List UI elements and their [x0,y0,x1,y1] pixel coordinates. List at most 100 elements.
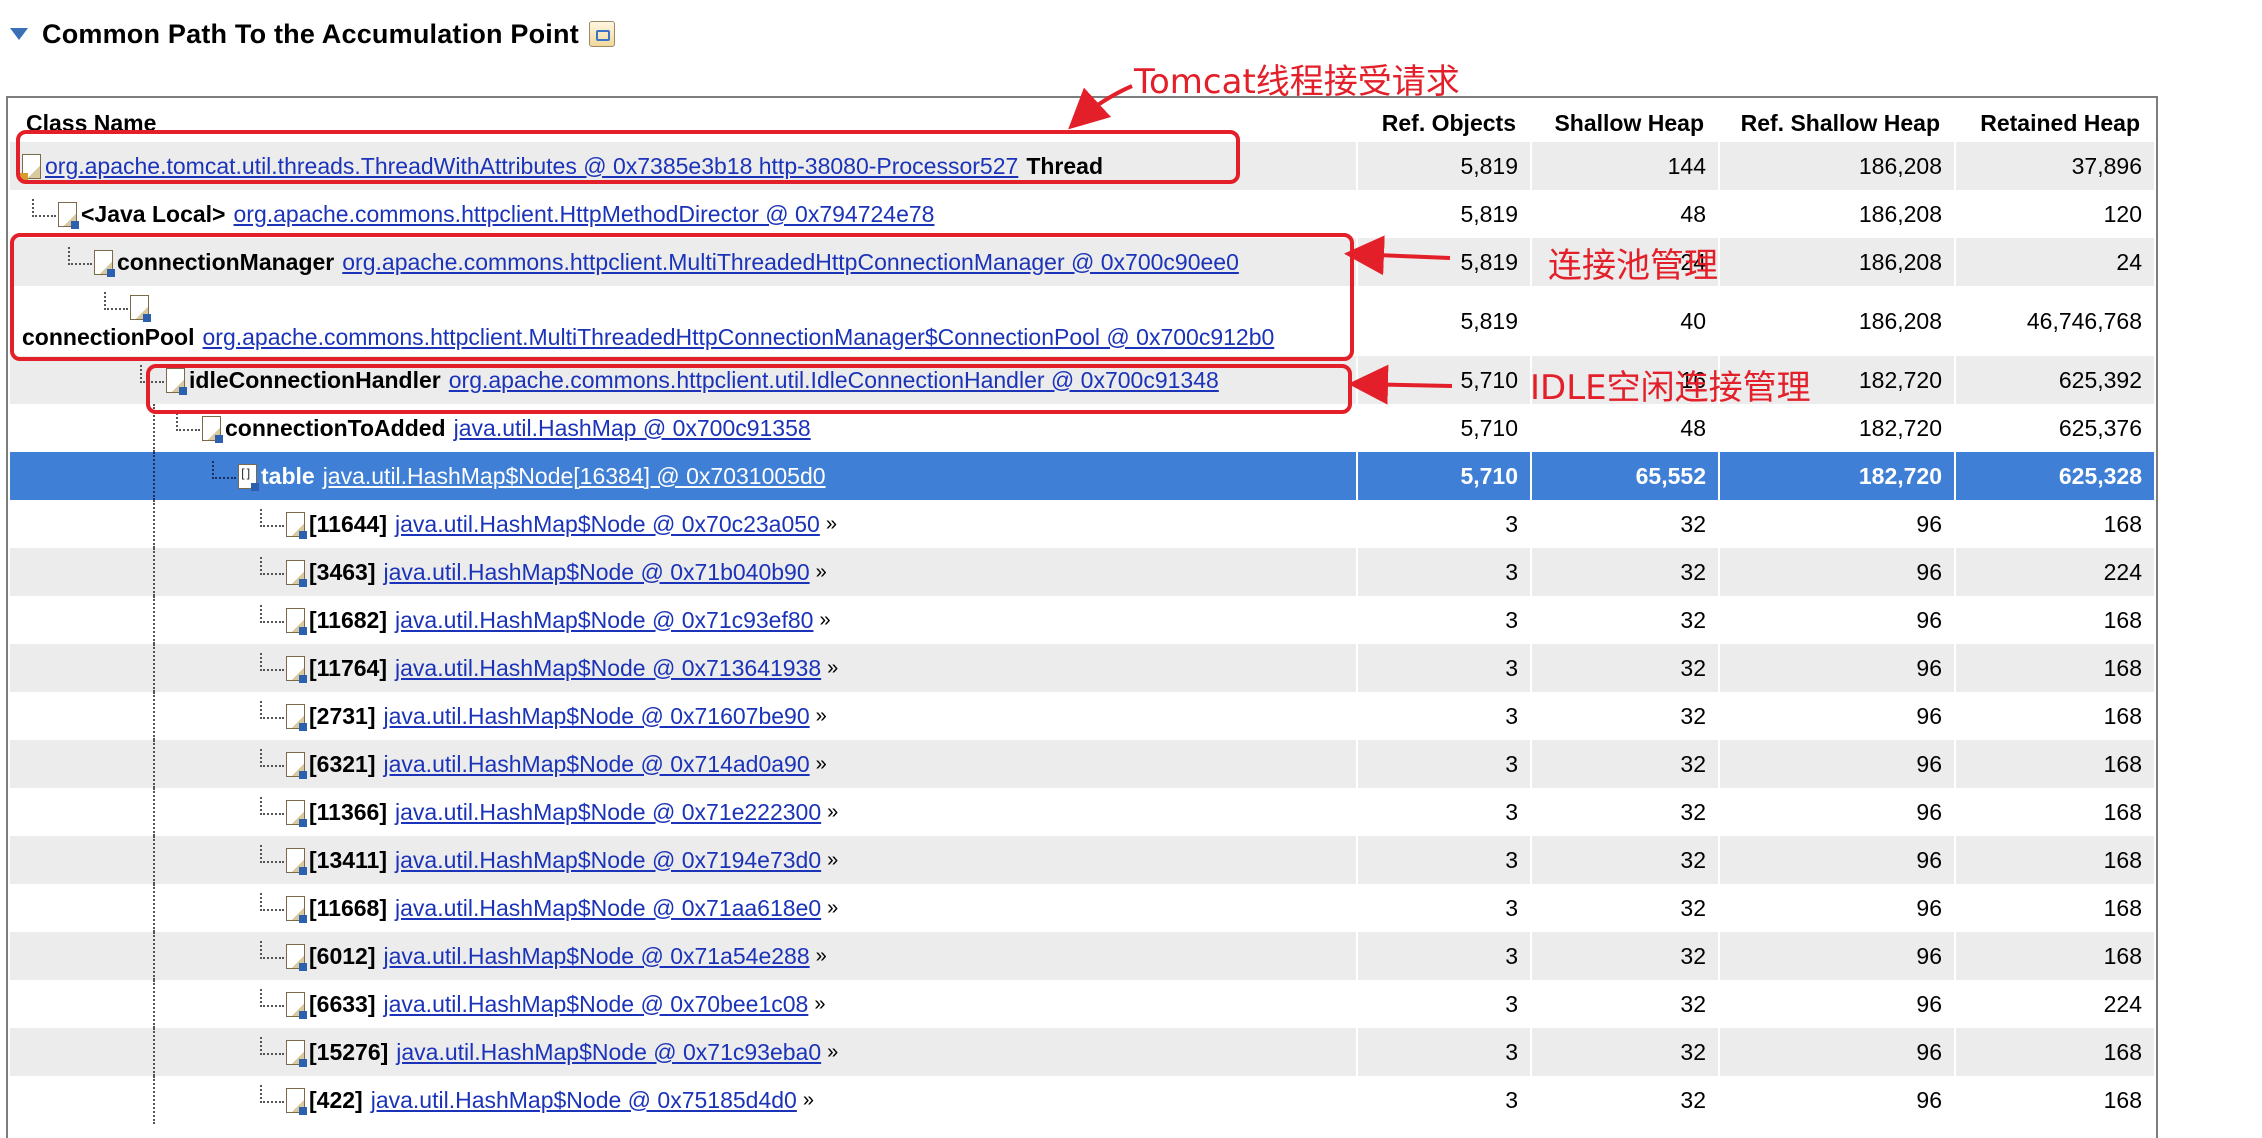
expand-more-icon[interactable]: » [803,1089,814,1112]
object-link[interactable]: java.util.HashMap$Node @ 0x71c93ef80 [395,607,813,634]
retained-heap-value: 24 [1954,238,2154,286]
table-row[interactable]: [11764] java.util.HashMap$Node @ 0x71364… [10,644,2154,692]
ref-shallow-heap-value: 96 [1718,644,1954,692]
table-row[interactable]: [13411] java.util.HashMap$Node @ 0x7194e… [10,836,2154,884]
table-row[interactable]: connectionManager org.apache.commons.htt… [10,238,2154,286]
expand-more-icon[interactable]: » [816,753,827,776]
table-row[interactable]: [6012] java.util.HashMap$Node @ 0x71a54e… [10,932,2154,980]
object-icon [286,703,307,731]
ref-shallow-heap-value: 182,720 [1718,452,1954,500]
header-class-name[interactable]: Class Name [26,108,156,138]
table-row[interactable]: [6633] java.util.HashMap$Node @ 0x70bee1… [10,980,2154,1028]
object-icon [286,1087,307,1115]
table-row[interactable]: [15276] java.util.HashMap$Node @ 0x71c93… [10,1028,2154,1076]
shallow-heap-value: 32 [1530,500,1718,548]
expand-more-icon[interactable]: » [814,993,825,1016]
table-header: Class Name Ref. Objects Shallow Heap Ref… [8,98,2156,140]
object-icon [286,607,307,635]
section-title: Common Path To the Accumulation Point [42,18,579,49]
tree-connector [260,749,284,767]
expand-more-icon[interactable]: » [827,897,838,920]
table-row[interactable]: idleConnectionHandler org.apache.commons… [10,356,2154,404]
ref-objects-value: 3 [1356,596,1530,644]
table-row[interactable]: [422] java.util.HashMap$Node @ 0x75185d4… [10,1076,2154,1124]
expand-more-icon[interactable]: » [827,801,838,824]
table-row-selected[interactable]: table java.util.HashMap$Node[16384] @ 0x… [10,452,2154,500]
field-label: [11682] [309,606,388,633]
table-row[interactable]: [3463] java.util.HashMap$Node @ 0x71b040… [10,548,2154,596]
expand-more-icon[interactable]: » [827,849,838,872]
object-link[interactable]: java.util.HashMap$Node @ 0x71aa618e0 [395,895,821,922]
expand-more-icon[interactable]: » [816,945,827,968]
table-row[interactable]: connectionPool org.apache.commons.httpcl… [10,286,2154,356]
field-label: <Java Local> [81,200,226,227]
object-link[interactable]: java.util.HashMap$Node @ 0x71b040b90 [383,559,809,586]
thread-suffix: Thread [1026,152,1103,179]
object-link[interactable]: java.util.HashMap$Node @ 0x71607be90 [383,703,809,730]
ref-shallow-heap-value: 96 [1718,740,1954,788]
collapse-triangle-icon[interactable] [10,28,28,40]
object-link[interactable]: java.util.HashMap$Node @ 0x7194e73d0 [395,847,821,874]
object-icon [286,847,307,875]
table-row[interactable]: [11682] java.util.HashMap$Node @ 0x71c93… [10,596,2154,644]
table-row[interactable]: [11644] java.util.HashMap$Node @ 0x70c23… [10,500,2154,548]
object-icon [58,201,79,229]
header-ref-objects[interactable]: Ref. Objects [1354,108,1516,138]
object-link[interactable]: java.util.HashMap$Node @ 0x75185d4d0 [371,1087,797,1114]
expand-more-icon[interactable]: » [819,609,830,632]
object-link[interactable]: org.apache.tomcat.util.threads.ThreadWit… [45,153,1018,180]
object-link[interactable]: org.apache.commons.httpclient.MultiThrea… [203,324,1275,351]
ref-objects-value: 5,819 [1356,142,1530,190]
expand-more-icon[interactable]: » [827,657,838,680]
table-row[interactable]: [6321] java.util.HashMap$Node @ 0x714ad0… [10,740,2154,788]
object-link[interactable]: org.apache.commons.httpclient.MultiThrea… [342,249,1239,276]
object-link[interactable]: org.apache.commons.httpclient.HttpMethod… [234,201,935,228]
object-link[interactable]: org.apache.commons.httpclient.util.IdleC… [449,367,1219,394]
object-link[interactable]: java.util.HashMap$Node @ 0x71e222300 [395,799,821,826]
ref-objects-value: 5,710 [1356,404,1530,452]
ref-objects-value: 5,710 [1356,356,1530,404]
expand-more-icon[interactable]: » [826,513,837,536]
section-header: Common Path To the Accumulation Point [10,14,615,54]
ref-objects-value: 3 [1356,788,1530,836]
expand-more-icon[interactable]: » [827,1041,838,1064]
object-link[interactable]: java.util.HashMap$Node @ 0x71c93eba0 [396,1039,821,1066]
object-link[interactable]: java.util.HashMap$Node @ 0x713641938 [395,655,821,682]
copy-query-icon[interactable] [588,21,615,47]
header-retained-heap[interactable]: Retained Heap [1952,108,2140,138]
table-row[interactable]: <Java Local> org.apache.commons.httpclie… [10,190,2154,238]
table-row[interactable]: [11668] java.util.HashMap$Node @ 0x71aa6… [10,884,2154,932]
ref-objects-value: 3 [1356,644,1530,692]
retained-heap-value: 168 [1954,788,2154,836]
ref-shallow-heap-value: 96 [1718,980,1954,1028]
header-ref-shallow-heap[interactable]: Ref. Shallow Heap [1716,108,1940,138]
ref-shallow-heap-value: 96 [1718,692,1954,740]
field-label: [15276] [309,1038,389,1065]
tree-connector [260,989,284,1007]
table-row[interactable]: [11366] java.util.HashMap$Node @ 0x71e22… [10,788,2154,836]
table-row[interactable]: connectionToAdded java.util.HashMap @ 0x… [10,404,2154,452]
ref-shallow-heap-value: 96 [1718,548,1954,596]
ref-objects-value: 3 [1356,1028,1530,1076]
object-icon [94,249,115,277]
table-row[interactable]: [2731] java.util.HashMap$Node @ 0x71607b… [10,692,2154,740]
retained-heap-value: 168 [1954,1028,2154,1076]
retained-heap-value: 37,896 [1954,142,2154,190]
header-shallow-heap[interactable]: Shallow Heap [1528,108,1704,138]
shallow-heap-value: 32 [1530,980,1718,1028]
ref-shallow-heap-value: 96 [1718,500,1954,548]
ref-shallow-heap-value: 186,208 [1718,238,1954,286]
expand-more-icon[interactable]: » [816,705,827,728]
object-link[interactable]: java.util.HashMap$Node[16384] @ 0x703100… [323,463,826,490]
expand-more-icon[interactable]: » [816,561,827,584]
object-link[interactable]: java.util.HashMap$Node @ 0x714ad0a90 [383,751,809,778]
field-label: [11668] [309,894,388,921]
array-object-icon [238,463,259,491]
field-label: table [261,462,315,489]
table-row[interactable]: org.apache.tomcat.util.threads.ThreadWit… [10,142,2154,190]
object-link[interactable]: java.util.HashMap$Node @ 0x71a54e288 [383,943,809,970]
object-link[interactable]: java.util.HashMap$Node @ 0x70bee1c08 [383,991,808,1018]
object-link[interactable]: java.util.HashMap$Node @ 0x70c23a050 [395,511,820,538]
object-link[interactable]: java.util.HashMap @ 0x700c91358 [454,415,811,442]
shallow-heap-value: 32 [1530,644,1718,692]
